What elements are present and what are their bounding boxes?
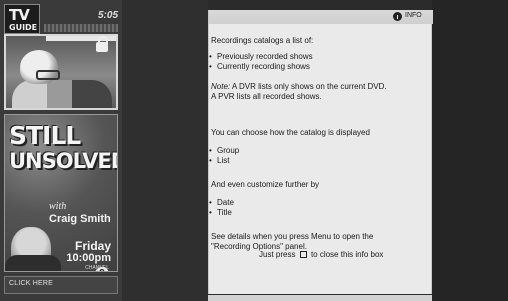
- promo-host-name: Craig Smith: [49, 213, 111, 225]
- promo-day: Friday: [74, 239, 111, 253]
- info-details-line1: See details when you press Menu to open …: [211, 232, 374, 241]
- info-icon: [393, 12, 402, 21]
- close-prefix: Just press: [259, 250, 296, 259]
- promo-with-label: with: [49, 201, 67, 212]
- clock-strip: [44, 24, 118, 32]
- logo-guide-text: GUIDE: [9, 23, 38, 32]
- info-customize: And even customize further by: [211, 180, 320, 189]
- close-instruction: Just press to close this info box: [259, 250, 429, 259]
- host-shirt: [5, 255, 61, 271]
- live-video-window[interactable]: [4, 34, 118, 110]
- promo-title-line2: UNSOLVED: [9, 149, 118, 173]
- promo-title-line1: STILL: [9, 121, 81, 150]
- lock-icon: [96, 36, 108, 52]
- background-area-right: [432, 0, 508, 301]
- logo-tv-text: TV: [9, 6, 30, 24]
- info-panel-bottom-bar: [208, 295, 432, 301]
- click-here-button[interactable]: CLICK HERE: [4, 276, 118, 294]
- background-area: [122, 0, 208, 301]
- close-suffix: to close this info box: [310, 250, 384, 259]
- info-panel: INFO Recordings catalogs a list of: Prev…: [208, 10, 433, 294]
- note-label: Note:: [211, 82, 231, 91]
- promo-time: 10:00pm: [66, 252, 111, 264]
- note-text: A DVR lists only shows on the current DV…: [230, 82, 387, 91]
- info-intro: Recordings catalogs a list of:: [211, 36, 314, 45]
- info-note-line1: Note: A DVR lists only shows on the curr…: [211, 82, 431, 92]
- info-button-icon: [299, 251, 307, 258]
- bullet-item: Group: [209, 146, 417, 156]
- info-panel-header: INFO: [209, 10, 433, 24]
- bullet-item: Title: [209, 208, 417, 218]
- click-here-label: CLICK HERE: [9, 280, 54, 287]
- bullet-item: Currently recording shows: [209, 62, 417, 72]
- clock: 5:05: [97, 10, 118, 21]
- bullet-item: List: [209, 156, 417, 166]
- info-choose: You can choose how the catalog is displa…: [211, 128, 370, 137]
- football-player-image: [12, 80, 112, 108]
- info-note-line2: A PVR lists all recorded shows.: [211, 92, 322, 101]
- tv-guide-sidebar: TV GUIDE 5:05 STILL UNSOLVED with Craig …: [0, 0, 122, 301]
- facemask-image: [36, 70, 60, 80]
- bullet-item: Date: [209, 198, 417, 208]
- bullet-item: Previously recorded shows: [209, 52, 417, 62]
- info-header-label: INFO: [405, 12, 422, 19]
- show-promo[interactable]: STILL UNSOLVED with Craig Smith Friday 1…: [4, 114, 118, 272]
- tv-screen: TV GUIDE 5:05 STILL UNSOLVED with Craig …: [0, 0, 508, 301]
- tv-guide-logo: TV GUIDE: [4, 4, 40, 34]
